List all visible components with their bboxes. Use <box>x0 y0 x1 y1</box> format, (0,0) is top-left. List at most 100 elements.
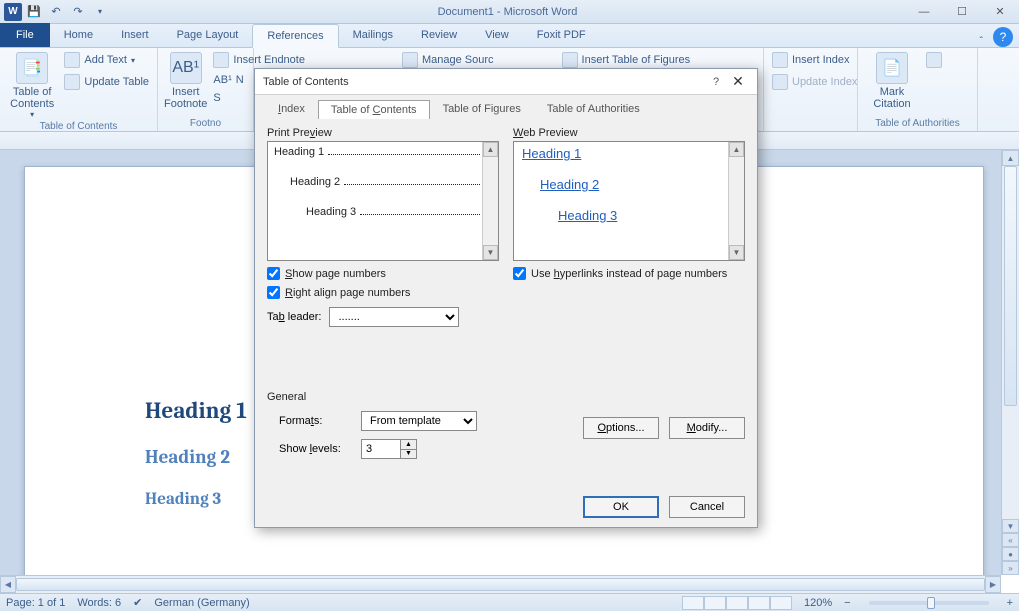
tab-foxit-pdf[interactable]: Foxit PDF <box>523 23 600 47</box>
dialog-tabs: Index Table of Contents Table of Figures… <box>255 95 757 119</box>
web-scroll-up-icon[interactable]: ▲ <box>729 142 744 157</box>
web-preview-scrollbar[interactable]: ▲ ▼ <box>728 142 744 260</box>
insert-table-of-figures-button[interactable]: Insert Table of Figures <box>560 50 693 70</box>
add-text-button[interactable]: Add Text ▾ <box>62 50 151 70</box>
dialog-titlebar[interactable]: Table of Contents ? ✕ <box>255 69 757 95</box>
ribbon-minimize-icon[interactable]: ˆ <box>980 36 983 47</box>
manage-sources-icon <box>402 52 418 68</box>
tab-insert[interactable]: Insert <box>107 23 163 47</box>
undo-icon[interactable]: ↶ <box>46 2 66 22</box>
vertical-scrollbar[interactable]: ▲ ▼ « ● » <box>1001 150 1019 575</box>
tab-review[interactable]: Review <box>407 23 471 47</box>
status-bar: Page: 1 of 1 Words: 6 ✔ German (Germany)… <box>0 593 1019 611</box>
spin-up-icon[interactable]: ▲ <box>400 440 416 449</box>
file-tab[interactable]: File <box>0 23 50 47</box>
preview-scrollbar[interactable]: ▲ ▼ <box>482 142 498 260</box>
status-zoom[interactable]: 120% <box>804 597 832 609</box>
formats-select[interactable]: From template <box>361 411 477 431</box>
tab-view[interactable]: View <box>471 23 523 47</box>
insert-toa-button[interactable] <box>924 50 944 70</box>
manage-sources-button[interactable]: Manage Sourc <box>400 50 496 70</box>
scroll-right-icon[interactable]: ▶ <box>985 576 1001 593</box>
insert-footnote-button[interactable]: AB¹ Insert Footnote <box>164 50 207 110</box>
right-align-checkbox[interactable]: Right align page numbers <box>267 286 499 299</box>
zoom-thumb[interactable] <box>927 597 935 609</box>
toc-icon: 📑 <box>16 52 48 84</box>
update-table-button[interactable]: Update Table <box>62 72 151 92</box>
prev-page-icon[interactable]: « <box>1002 533 1019 547</box>
view-draft[interactable] <box>770 596 792 610</box>
web-scroll-down-icon[interactable]: ▼ <box>729 245 744 260</box>
minimize-button[interactable]: — <box>905 1 943 23</box>
group-label-footnotes: Footno <box>164 116 247 131</box>
options-button[interactable]: Options... <box>583 417 659 439</box>
show-levels-label: Show levels: <box>279 443 353 455</box>
hscroll-thumb[interactable] <box>16 578 985 591</box>
endnote-icon <box>213 52 229 68</box>
print-preview-box: Heading 11 Heading 23 Heading 35 ▲ ▼ <box>267 141 499 261</box>
mark-citation-button[interactable]: 📄 Mark Citation <box>864 50 920 110</box>
dialog-close-icon[interactable]: ✕ <box>727 73 749 90</box>
browse-object-icon[interactable]: ● <box>1002 547 1019 561</box>
qat-dropdown-icon[interactable]: ▾ <box>90 2 110 22</box>
toc-entry-3: Heading 3 <box>306 206 356 218</box>
formats-label: Formats: <box>279 415 353 427</box>
help-icon[interactable]: ? <box>993 27 1013 47</box>
close-button[interactable]: ✕ <box>981 1 1019 23</box>
use-hyperlinks-checkbox[interactable]: Use hyperlinks instead of page numbers <box>513 267 745 280</box>
status-page[interactable]: Page: 1 of 1 <box>6 597 65 609</box>
view-print-layout[interactable] <box>682 596 704 610</box>
scroll-down-icon[interactable]: ▼ <box>1002 519 1019 533</box>
view-outline[interactable] <box>748 596 770 610</box>
dialog-title: Table of Contents <box>263 76 705 88</box>
web-link-1: Heading 1 <box>514 142 744 161</box>
scroll-up-icon[interactable]: ▲ <box>1002 150 1019 166</box>
word-app-icon[interactable]: W <box>4 3 22 21</box>
dialog-tab-toa[interactable]: Table of Authorities <box>534 99 653 119</box>
title-bar: W 💾 ↶ ↷ ▾ Document1 - Microsoft Word — ☐… <box>0 0 1019 24</box>
insert-index-button[interactable]: Insert Index <box>770 50 859 70</box>
modify-button[interactable]: Modify... <box>669 417 745 439</box>
web-link-3: Heading 3 <box>514 204 744 223</box>
redo-icon[interactable]: ↷ <box>68 2 88 22</box>
view-full-screen[interactable] <box>704 596 726 610</box>
tab-page-layout[interactable]: Page Layout <box>163 23 253 47</box>
dialog-tab-tof[interactable]: Table of Figures <box>430 99 534 119</box>
scroll-thumb[interactable] <box>1004 166 1017 406</box>
update-index-button[interactable]: Update Index <box>770 72 859 92</box>
save-icon[interactable]: 💾 <box>24 2 44 22</box>
tab-leader-label: Tab leader: <box>267 311 321 323</box>
dialog-help-icon[interactable]: ? <box>705 76 727 88</box>
next-page-icon[interactable]: » <box>1002 561 1019 575</box>
table-of-contents-button[interactable]: 📑 Table of Contents ▾ <box>6 50 58 119</box>
horizontal-scrollbar[interactable]: ◀ ▶ <box>0 575 1001 593</box>
view-buttons <box>682 596 792 610</box>
zoom-out-icon[interactable]: − <box>844 597 850 609</box>
status-words[interactable]: Words: 6 <box>77 597 121 609</box>
view-web-layout[interactable] <box>726 596 748 610</box>
show-levels-spinner[interactable]: 3 ▲▼ <box>361 439 417 459</box>
dialog-footer: OK Cancel <box>255 487 757 527</box>
proofing-icon[interactable]: ✔ <box>133 596 142 609</box>
spin-down-icon[interactable]: ▼ <box>400 449 416 459</box>
status-language[interactable]: German (Germany) <box>154 597 249 609</box>
tof-icon <box>562 52 578 68</box>
dialog-tab-toc[interactable]: Table of Contents <box>318 100 430 120</box>
general-label: General <box>267 391 745 403</box>
zoom-in-icon[interactable]: + <box>1007 597 1013 609</box>
toc-entry-2: Heading 2 <box>290 176 340 188</box>
tab-mailings[interactable]: Mailings <box>339 23 407 47</box>
maximize-button[interactable]: ☐ <box>943 1 981 23</box>
tab-home[interactable]: Home <box>50 23 107 47</box>
preview-scroll-down-icon[interactable]: ▼ <box>483 245 498 260</box>
show-page-numbers-checkbox[interactable]: Show page numbers <box>267 267 499 280</box>
scroll-left-icon[interactable]: ◀ <box>0 576 16 593</box>
tab-references[interactable]: References <box>252 24 338 48</box>
ok-button[interactable]: OK <box>583 496 659 518</box>
zoom-slider[interactable] <box>869 601 989 605</box>
tab-leader-select[interactable]: ....... <box>329 307 459 327</box>
dialog-tab-index[interactable]: Index <box>265 99 318 119</box>
cancel-button[interactable]: Cancel <box>669 496 745 518</box>
toa-icon <box>926 52 942 68</box>
preview-scroll-up-icon[interactable]: ▲ <box>483 142 498 157</box>
